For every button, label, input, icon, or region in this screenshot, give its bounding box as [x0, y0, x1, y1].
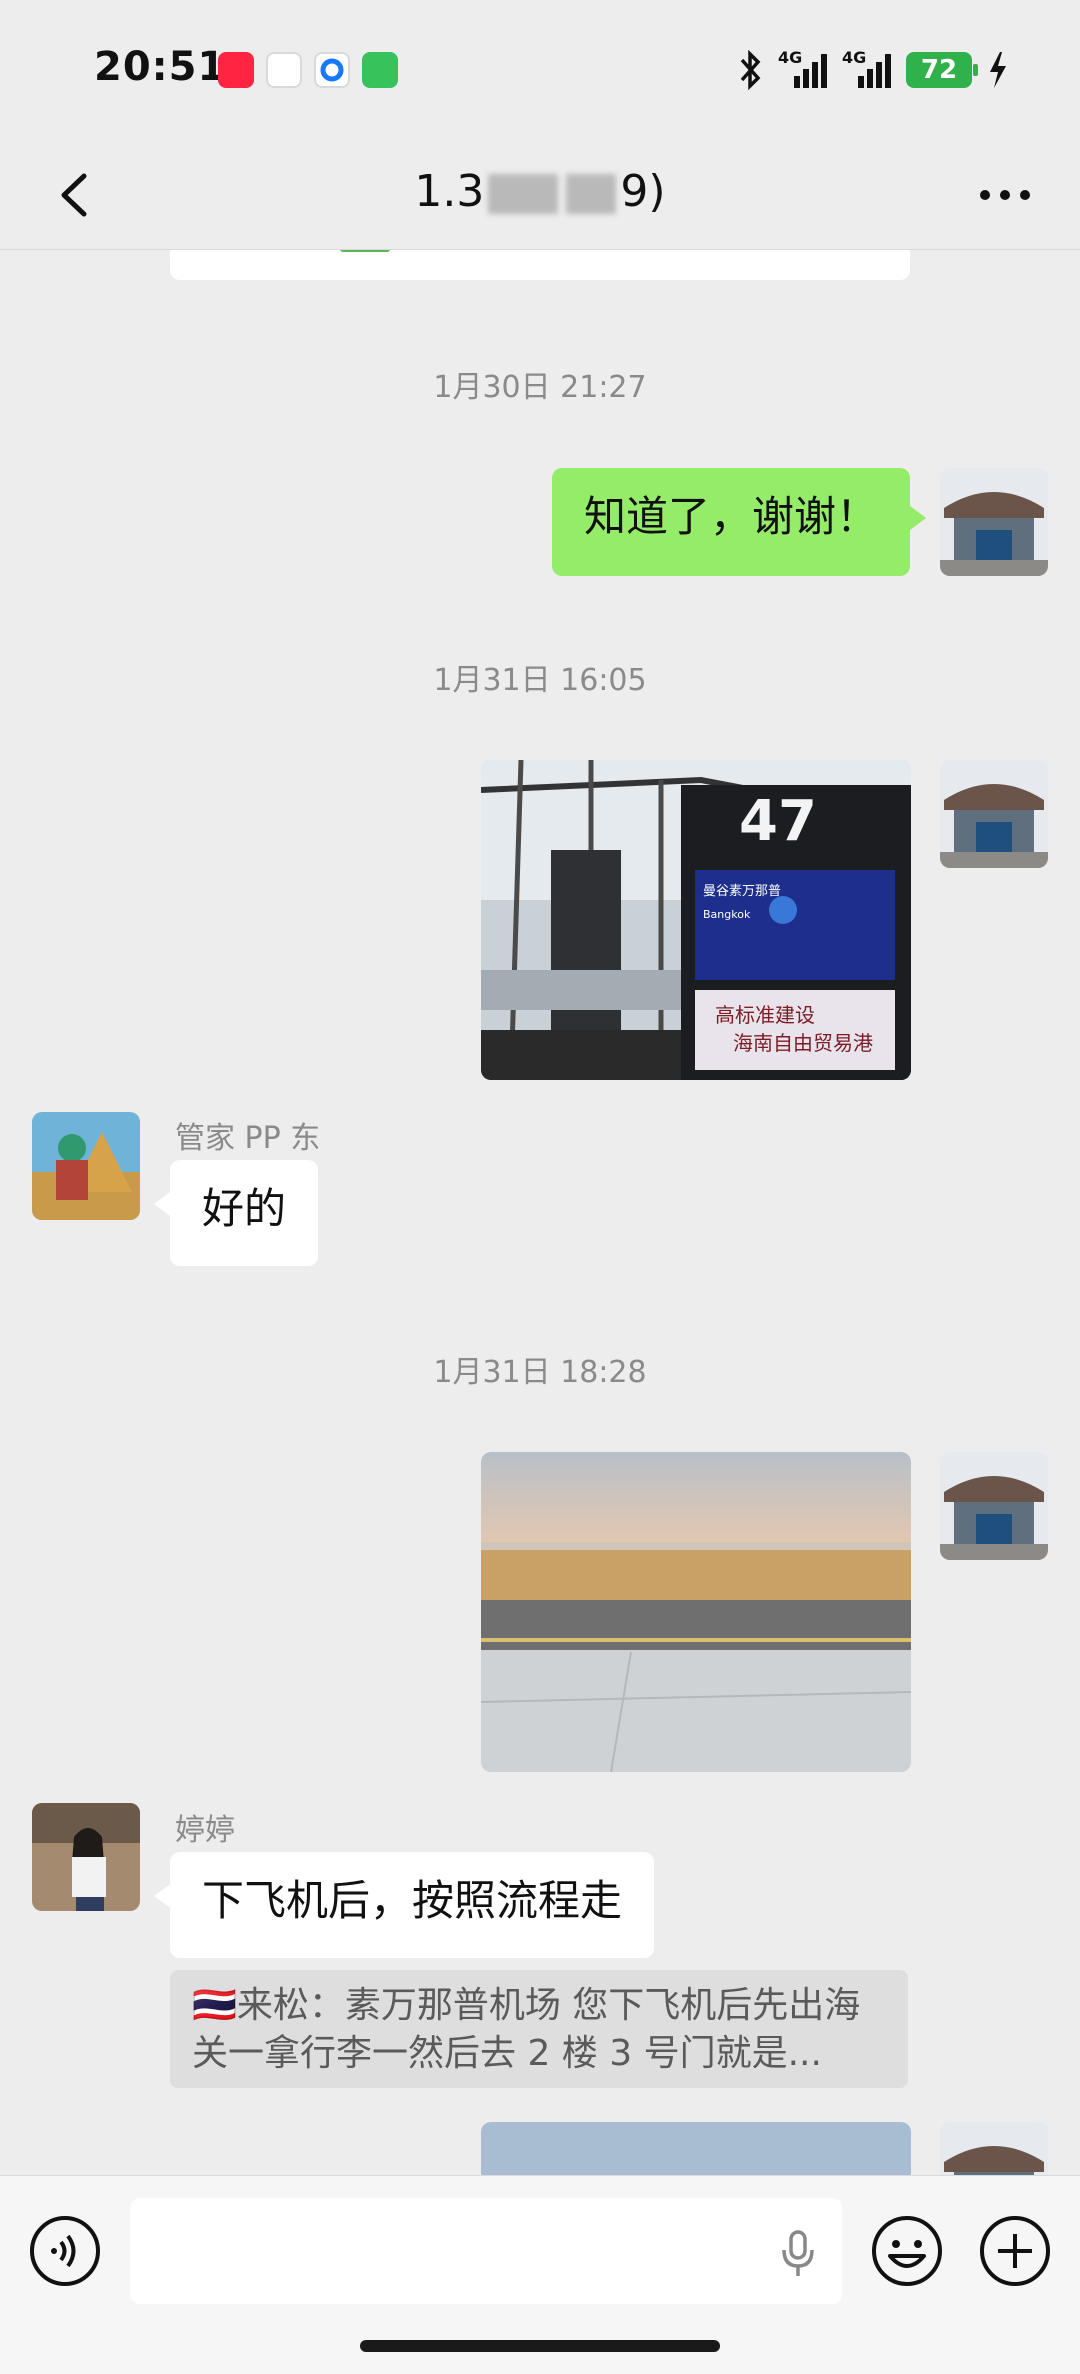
browser-app-icon: [314, 52, 350, 88]
home-indicator[interactable]: [360, 2340, 720, 2352]
svg-text:高标准建设: 高标准建设: [715, 1003, 815, 1027]
chat-title-suffix: 9): [620, 166, 666, 217]
sign-city: 曼谷素万那普: [703, 884, 781, 899]
redacted-block: [488, 174, 559, 214]
incoming-text-message[interactable]: 好的: [153, 1160, 319, 1266]
microphone-icon[interactable]: [778, 2228, 818, 2278]
chat-header: 1.3 9): [0, 140, 1080, 250]
signal-icon-1: 4G: [778, 48, 828, 90]
chat-history[interactable]: 1月30日 21:27 知道了，谢谢！ 1月31日 16:05 47 曼谷素万那…: [0, 250, 1080, 2175]
image-message-runway[interactable]: [481, 1452, 911, 1772]
gate-number: 47: [739, 789, 817, 854]
quoted-message[interactable]: 🇹🇭来松：素万那普机场 您下飞机后先出海关一拿行李一然后去 2 楼 3 号门就是…: [170, 1970, 908, 2088]
sender-name: 管家 PP 东: [175, 1121, 321, 1156]
notification-icons: [218, 52, 398, 88]
my-avatar[interactable]: [940, 468, 1048, 576]
sender-avatar[interactable]: [32, 1112, 140, 1220]
more-options-icon[interactable]: [970, 160, 1040, 230]
phone-app-icon: [362, 52, 398, 88]
outgoing-text-message[interactable]: 知道了，谢谢！: [551, 468, 927, 576]
bluetooth-icon: [740, 50, 761, 90]
sender-avatar[interactable]: [32, 1803, 140, 1911]
sender-name: 婷婷: [175, 1813, 235, 1848]
incoming-text-message[interactable]: 下飞机后，按照流程走: [153, 1852, 655, 1958]
message-input[interactable]: [130, 2198, 842, 2304]
network-type-2: 4G: [842, 48, 867, 67]
battery-indicator: 72: [906, 52, 978, 88]
redacted-block: [566, 174, 617, 214]
emoji-fragment: [340, 250, 390, 252]
charging-icon: [990, 52, 1006, 88]
image-message-gate[interactable]: 47 曼谷素万那普 Bangkok 高标准建设 海南自由贸易港: [481, 760, 911, 1080]
timestamp: 1月31日 16:05: [433, 663, 647, 698]
timestamp: 1月30日 21:27: [433, 370, 647, 405]
my-avatar[interactable]: [940, 1452, 1048, 1560]
sign-city-en: Bangkok: [703, 908, 751, 921]
status-right: 4G 4G 72: [736, 48, 1010, 90]
previous-message-partial[interactable]: [170, 250, 910, 280]
svg-text:海南自由贸易港: 海南自由贸易港: [733, 1031, 873, 1055]
chat-title: 1.3 9): [0, 166, 1080, 217]
emoji-icon[interactable]: [870, 2214, 944, 2288]
image-message-partial[interactable]: [481, 2122, 911, 2175]
status-time: 20:51: [94, 44, 227, 90]
my-avatar[interactable]: [940, 760, 1048, 868]
status-bar: 20:51 4G 4G 72: [0, 0, 1080, 140]
xiaohongshu-app-icon: [218, 52, 254, 88]
chat-title-prefix: 1.3: [414, 166, 485, 217]
add-plus-icon[interactable]: [978, 2214, 1052, 2288]
signal-icon-2: 4G: [842, 48, 892, 90]
my-avatar[interactable]: [940, 2122, 1048, 2175]
timestamp: 1月31日 18:28: [433, 1355, 647, 1390]
network-type-1: 4G: [778, 48, 803, 67]
voice-mode-icon[interactable]: [28, 2214, 102, 2288]
hikvision-app-icon: [266, 52, 302, 88]
